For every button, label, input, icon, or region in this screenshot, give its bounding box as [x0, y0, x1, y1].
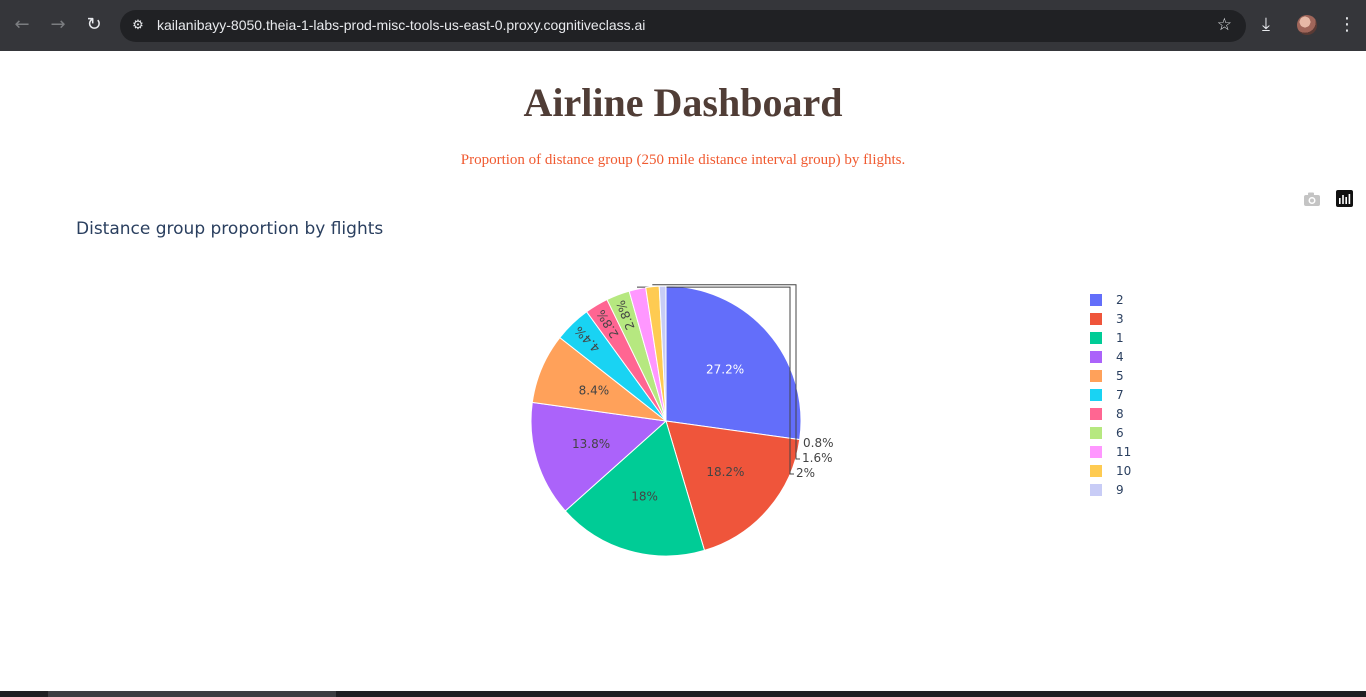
legend-swatch-5[interactable]: [1090, 370, 1102, 382]
legend-item-7[interactable]: 7: [1116, 388, 1124, 402]
legend-item-2[interactable]: 2: [1116, 293, 1124, 307]
pie-chart: 27.2%18.2%18%13.8%8.4%4.4%2.8%2.8%2%1.6%…: [530, 284, 1131, 557]
legend-swatch-2[interactable]: [1090, 294, 1102, 306]
legend-swatch-4[interactable]: [1090, 351, 1102, 363]
pie-label-11: 2%: [796, 466, 815, 480]
pie-label-5: 8.4%: [579, 383, 610, 397]
legend-item-5[interactable]: 5: [1116, 369, 1124, 383]
legend-item-4[interactable]: 4: [1116, 350, 1124, 364]
legend-item-10[interactable]: 10: [1116, 464, 1131, 478]
pie-label-9: 0.8%: [803, 436, 834, 450]
legend-swatch-10[interactable]: [1090, 465, 1102, 477]
pie-label-3: 18.2%: [706, 465, 744, 479]
legend-swatch-7[interactable]: [1090, 389, 1102, 401]
pie-label-4: 13.8%: [572, 437, 610, 451]
legend-swatch-1[interactable]: [1090, 332, 1102, 344]
legend-swatch-3[interactable]: [1090, 313, 1102, 325]
pie-label-10: 1.6%: [802, 451, 833, 465]
legend-item-1[interactable]: 1: [1116, 331, 1124, 345]
pie-label-1: 18%: [631, 489, 658, 503]
legend-item-11[interactable]: 11: [1116, 445, 1131, 459]
legend-item-3[interactable]: 3: [1116, 312, 1124, 326]
legend-item-8[interactable]: 8: [1116, 407, 1124, 421]
taskbar-item[interactable]: [48, 691, 336, 697]
legend-swatch-8[interactable]: [1090, 408, 1102, 420]
legend-item-6[interactable]: 6: [1116, 426, 1124, 440]
legend-item-9[interactable]: 9: [1116, 483, 1124, 497]
pie-label-2: 27.2%: [706, 363, 744, 377]
legend-swatch-11[interactable]: [1090, 446, 1102, 458]
legend-swatch-6[interactable]: [1090, 427, 1102, 439]
legend-swatch-9[interactable]: [1090, 484, 1102, 496]
